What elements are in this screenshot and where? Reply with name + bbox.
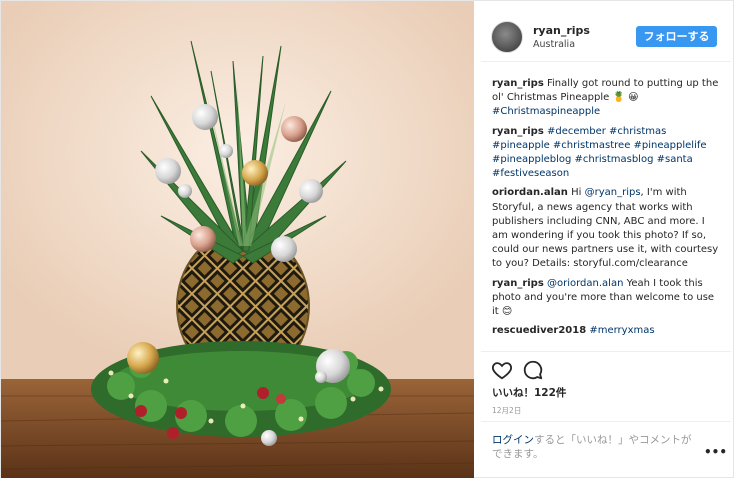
hashtag-link[interactable]: #Christmaspineapple [492, 106, 600, 117]
comment-icon[interactable] [522, 359, 544, 381]
comment-username[interactable]: rescuediver2018 [492, 325, 586, 336]
post-location[interactable]: Australia [533, 39, 575, 50]
comment-item: rescuediver2018 #merryxmas [492, 324, 720, 338]
christmas-pineapple-image [1, 1, 474, 478]
comment-username[interactable]: ryan_rips [492, 78, 544, 89]
likes-count[interactable]: いいね！122件 [492, 385, 566, 400]
post-sidebar: ryan_rips Australia フォローする ryan_rips Fin… [481, 1, 734, 478]
header-divider [481, 61, 731, 62]
footer-divider [481, 421, 731, 422]
comment-text: Hi [571, 187, 582, 199]
post-date: 12月2日 [492, 406, 522, 415]
comment-item: ryan_rips @oriordan.alan Yeah I took thi… [492, 277, 720, 320]
post-username[interactable]: ryan_rips [533, 24, 590, 37]
comment-username[interactable]: ryan_rips [492, 126, 544, 137]
post-card: ryan_rips Australia フォローする ryan_rips Fin… [0, 0, 734, 478]
heart-icon[interactable] [491, 359, 513, 381]
comment-username[interactable]: ryan_rips [492, 278, 544, 289]
comments-list: ryan_rips Finally got round to putting u… [492, 77, 720, 343]
comment-item: ryan_rips #december #christmas #pineappl… [492, 125, 720, 182]
smile-emoji-icon: 😊 [501, 306, 513, 318]
login-link[interactable]: ログイン [492, 434, 534, 446]
comment-item: oriordan.alan Hi @ryan_rips, I'm with St… [492, 186, 720, 271]
mention-link[interactable]: @oriordan.alan [547, 278, 623, 289]
post-actions [491, 359, 571, 381]
hashtag-link[interactable]: #merryxmas [589, 325, 654, 336]
comment-item: ryan_rips Finally got round to putting u… [492, 77, 720, 120]
mention-link[interactable]: @ryan_rips [585, 187, 641, 198]
comment-username[interactable]: oriordan.alan [492, 187, 568, 198]
pineapple-emoji-icon: 🍍 😀 [612, 92, 639, 104]
post-header: ryan_rips Australia フォローする [481, 11, 731, 61]
comment-text: , I'm with Storyful, a news agency that … [492, 187, 719, 270]
post-photo[interactable] [1, 1, 474, 478]
login-prompt: ログインすると「いいね！」やコメントができます。 [492, 433, 692, 461]
avatar[interactable] [491, 21, 523, 53]
actions-divider [481, 351, 731, 352]
more-options-icon[interactable]: ••• [704, 445, 727, 459]
follow-button[interactable]: フォローする [636, 26, 717, 47]
